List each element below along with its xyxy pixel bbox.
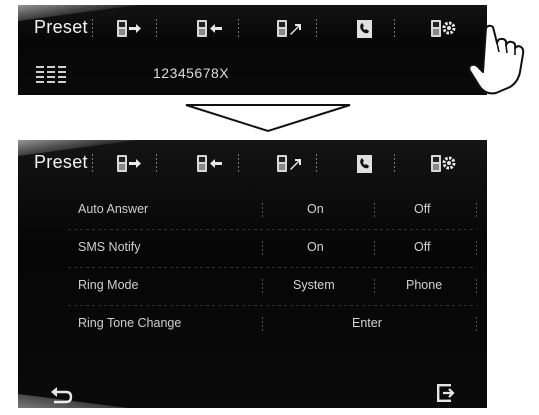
row-divider [374,279,375,295]
phonebook-icon[interactable] [350,149,380,179]
ring-mode-phone-button[interactable]: Phone [406,278,442,292]
phone-receive-icon[interactable] [194,14,224,44]
setting-label: Ring Tone Change [78,316,182,330]
phonebook-icon[interactable] [350,14,380,44]
toolbar-separator [156,154,157,174]
toolbar-separator [394,154,395,174]
row-divider [262,317,263,333]
row-divider [476,241,477,257]
bottom-screen: Preset Auto Answer On Off SMS Notify On … [18,140,487,408]
setting-label: Auto Answer [78,202,149,216]
setting-row-ring-tone-change: Ring Tone Change Enter [18,306,487,344]
preset-title: Preset [34,17,88,37]
toolbar-separator [238,19,239,39]
top-toolbar: Preset [18,5,487,53]
list-icon[interactable] [36,65,66,85]
toolbar-separator [92,154,93,174]
row-divider [374,203,375,219]
row-divider [374,241,375,257]
toolbar-separator [238,154,239,174]
row-divider [476,317,477,333]
phone-number: 12345678X [153,65,230,81]
setting-row-ring-mode: Ring Mode System Phone [18,268,487,306]
pointing-hand-icon [466,22,530,96]
toolbar-separator [316,154,317,174]
toolbar-separator [156,19,157,39]
row-divider [262,279,263,295]
setting-label: SMS Notify [78,240,141,254]
toolbar-separator [316,19,317,39]
top-screen: Preset 12345678X [18,5,487,95]
exit-icon[interactable] [434,382,458,404]
ring-tone-enter-button[interactable]: Enter [352,316,382,330]
setting-row-sms-notify: SMS Notify On Off [18,230,487,268]
phone-send-icon[interactable] [114,149,144,179]
row-divider [262,241,263,257]
auto-answer-on-button[interactable]: On [307,202,324,216]
down-arrow-icon [184,103,352,133]
toolbar-separator [92,19,93,39]
phone-settings-icon[interactable] [428,14,458,44]
row-divider [262,203,263,219]
auto-answer-off-button[interactable]: Off [414,202,430,216]
preset-title: Preset [34,152,88,172]
phone-transfer-icon[interactable] [274,14,304,44]
setting-row-auto-answer: Auto Answer On Off [18,192,487,230]
toolbar-separator [394,19,395,39]
bottom-toolbar: Preset [18,140,487,188]
row-divider [476,203,477,219]
row-divider [476,279,477,295]
phone-send-icon[interactable] [114,14,144,44]
number-row: 12345678X [18,57,487,91]
setting-label: Ring Mode [78,278,139,292]
phone-settings-icon[interactable] [428,149,458,179]
ring-mode-system-button[interactable]: System [293,278,335,292]
sms-notify-off-button[interactable]: Off [414,240,430,254]
phone-receive-icon[interactable] [194,149,224,179]
sms-notify-on-button[interactable]: On [307,240,324,254]
phone-transfer-icon[interactable] [274,149,304,179]
